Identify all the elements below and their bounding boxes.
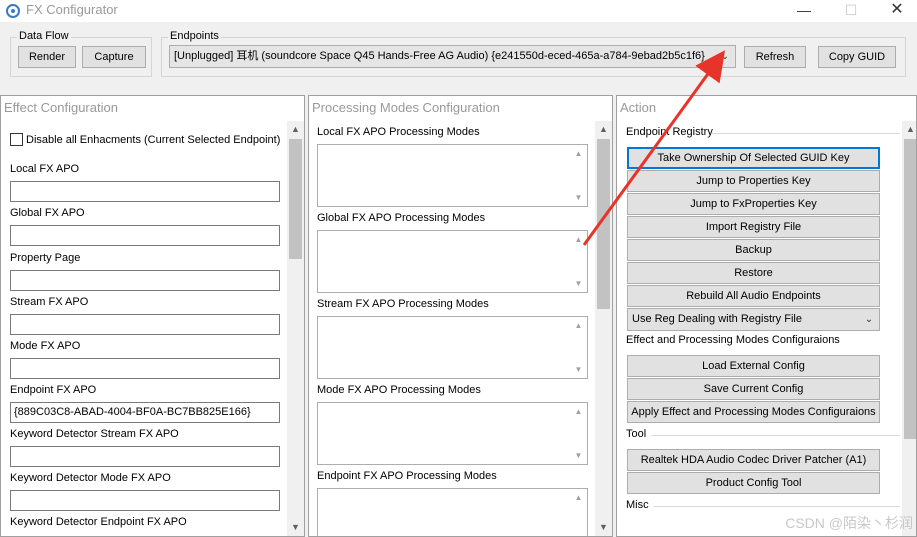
endpoint-select[interactable]: [Unplugged] 耳机 (soundcore Space Q45 Hand… (169, 45, 736, 68)
action-scrollbar[interactable]: ▲ (902, 121, 916, 536)
field-label: Property Page (10, 252, 81, 264)
scroll-thumb[interactable] (289, 139, 302, 259)
tool-section-label: Tool (626, 428, 647, 440)
field-label: Global FX APO (10, 207, 85, 219)
endpoint-selected-value: [Unplugged] 耳机 (soundcore Space Q45 Hand… (174, 50, 705, 62)
window-title: FX Configurator (26, 2, 118, 17)
title-bar: FX Configurator — ☐ ✕ (0, 0, 917, 22)
load-config-button[interactable]: Load External Config (627, 355, 880, 377)
backup-button[interactable]: Backup (627, 239, 880, 261)
field-label: Keyword Detector Endpoint FX APO (10, 516, 187, 528)
keyword-detector-stream-input[interactable] (10, 446, 280, 467)
rebuild-endpoints-button[interactable]: Rebuild All Audio Endpoints (627, 285, 880, 307)
jump-fxproperties-button[interactable]: Jump to FxProperties Key (627, 193, 880, 215)
reg-dealing-select[interactable]: Use Reg Dealing with Registry File ⌄ (627, 308, 880, 331)
field-label: Keyword Detector Mode FX APO (10, 472, 171, 484)
scroll-up-icon[interactable]: ▲ (570, 403, 587, 420)
render-button[interactable]: Render (18, 46, 76, 68)
property-page-input[interactable] (10, 270, 280, 291)
field-label: Endpoint FX APO (10, 384, 97, 396)
import-registry-button[interactable]: Import Registry File (627, 216, 880, 238)
misc-section-label: Misc (626, 499, 649, 511)
section-label: Mode FX APO Processing Modes (317, 384, 481, 396)
minimize-icon[interactable]: — (781, 0, 827, 22)
take-ownership-button[interactable]: Take Ownership Of Selected GUID Key (627, 147, 880, 169)
keyword-detector-mode-input[interactable] (10, 490, 280, 511)
scroll-down-icon[interactable]: ▼ (570, 447, 587, 464)
close-icon[interactable]: ✕ (874, 0, 917, 22)
watermark: CSDN @陌染丶杉润 (785, 515, 913, 531)
field-label: Keyword Detector Stream FX APO (10, 428, 179, 440)
field-label: Mode FX APO (10, 340, 81, 352)
section-label: Local FX APO Processing Modes (317, 126, 480, 138)
reg-dealing-value: Use Reg Dealing with Registry File (632, 313, 802, 325)
processing-modes-panel: Processing Modes Configuration Local FX … (308, 95, 613, 537)
chevron-down-icon: ⌄ (864, 314, 874, 325)
mode-fx-modes-textarea[interactable]: ▲ ▼ (317, 402, 588, 465)
effect-section-label: Effect and Processing Modes Configuraion… (626, 334, 840, 346)
processing-modes-scrollbar[interactable]: ▲ ▼ (595, 121, 612, 536)
scroll-up-icon[interactable]: ▲ (570, 145, 587, 162)
local-fx-modes-textarea[interactable]: ▲ ▼ (317, 144, 588, 207)
action-panel: Action Endpoint Registry Take Ownership … (616, 95, 917, 537)
scroll-up-icon[interactable]: ▲ (570, 489, 587, 506)
stream-fx-apo-input[interactable] (10, 314, 280, 335)
section-label: Stream FX APO Processing Modes (317, 298, 489, 310)
processing-modes-title: Processing Modes Configuration (312, 100, 500, 115)
stream-fx-modes-textarea[interactable]: ▲ ▼ (317, 316, 588, 379)
maximize-icon[interactable]: ☐ (828, 0, 874, 22)
capture-button[interactable]: Capture (82, 46, 146, 68)
endpoints-label: Endpoints (168, 30, 221, 42)
chevron-down-icon: ⌄ (720, 51, 730, 62)
jump-properties-button[interactable]: Jump to Properties Key (627, 170, 880, 192)
save-config-button[interactable]: Save Current Config (627, 378, 880, 400)
mode-fx-apo-input[interactable] (10, 358, 280, 379)
scroll-up-icon[interactable]: ▲ (570, 231, 587, 248)
endpoint-fx-apo-input[interactable]: {889C03C8-ABAD-4004-BF0A-BC7BB825E166} (10, 402, 280, 423)
product-config-button[interactable]: Product Config Tool (627, 472, 880, 494)
scroll-down-icon[interactable]: ▼ (570, 275, 587, 292)
restore-button[interactable]: Restore (627, 262, 880, 284)
app-icon (6, 4, 20, 18)
field-label: Stream FX APO (10, 296, 89, 308)
scroll-up-icon[interactable]: ▲ (902, 121, 916, 138)
apply-config-button[interactable]: Apply Effect and Processing Modes Config… (627, 401, 880, 423)
effect-configuration-panel: Effect Configuration Disable all Enhacme… (0, 95, 305, 537)
realtek-patcher-button[interactable]: Realtek HDA Audio Codec Driver Patcher (… (627, 449, 880, 471)
divider (651, 435, 900, 436)
divider (712, 133, 900, 134)
scroll-thumb[interactable] (904, 139, 916, 439)
endpoint-fx-modes-textarea[interactable]: ▲ (317, 488, 588, 536)
global-fx-modes-textarea[interactable]: ▲ ▼ (317, 230, 588, 293)
disable-all-checkbox[interactable] (10, 133, 23, 146)
field-label: Local FX APO (10, 163, 80, 175)
effect-config-scrollbar[interactable]: ▲ ▼ (287, 121, 304, 536)
global-fx-apo-input[interactable] (10, 225, 280, 246)
divider (653, 506, 900, 507)
data-flow-label: Data Flow (17, 30, 71, 42)
section-label: Endpoint FX APO Processing Modes (317, 470, 497, 482)
local-fx-apo-input[interactable] (10, 181, 280, 202)
scroll-down-icon[interactable]: ▼ (595, 519, 612, 536)
scroll-down-icon[interactable]: ▼ (287, 519, 304, 536)
scroll-down-icon[interactable]: ▼ (570, 189, 587, 206)
section-label: Global FX APO Processing Modes (317, 212, 486, 224)
scroll-thumb[interactable] (597, 139, 610, 309)
effect-configuration-title: Effect Configuration (4, 100, 118, 115)
refresh-button[interactable]: Refresh (744, 46, 806, 68)
scroll-down-icon[interactable]: ▼ (570, 361, 587, 378)
scroll-up-icon[interactable]: ▲ (287, 121, 304, 138)
endpoint-registry-label: Endpoint Registry (626, 126, 713, 138)
action-title: Action (620, 100, 657, 115)
scroll-up-icon[interactable]: ▲ (595, 121, 612, 138)
scroll-up-icon[interactable]: ▲ (570, 317, 587, 334)
copy-guid-button[interactable]: Copy GUID (818, 46, 896, 68)
disable-all-label: Disable all Enhacments (Current Selected… (26, 134, 281, 146)
